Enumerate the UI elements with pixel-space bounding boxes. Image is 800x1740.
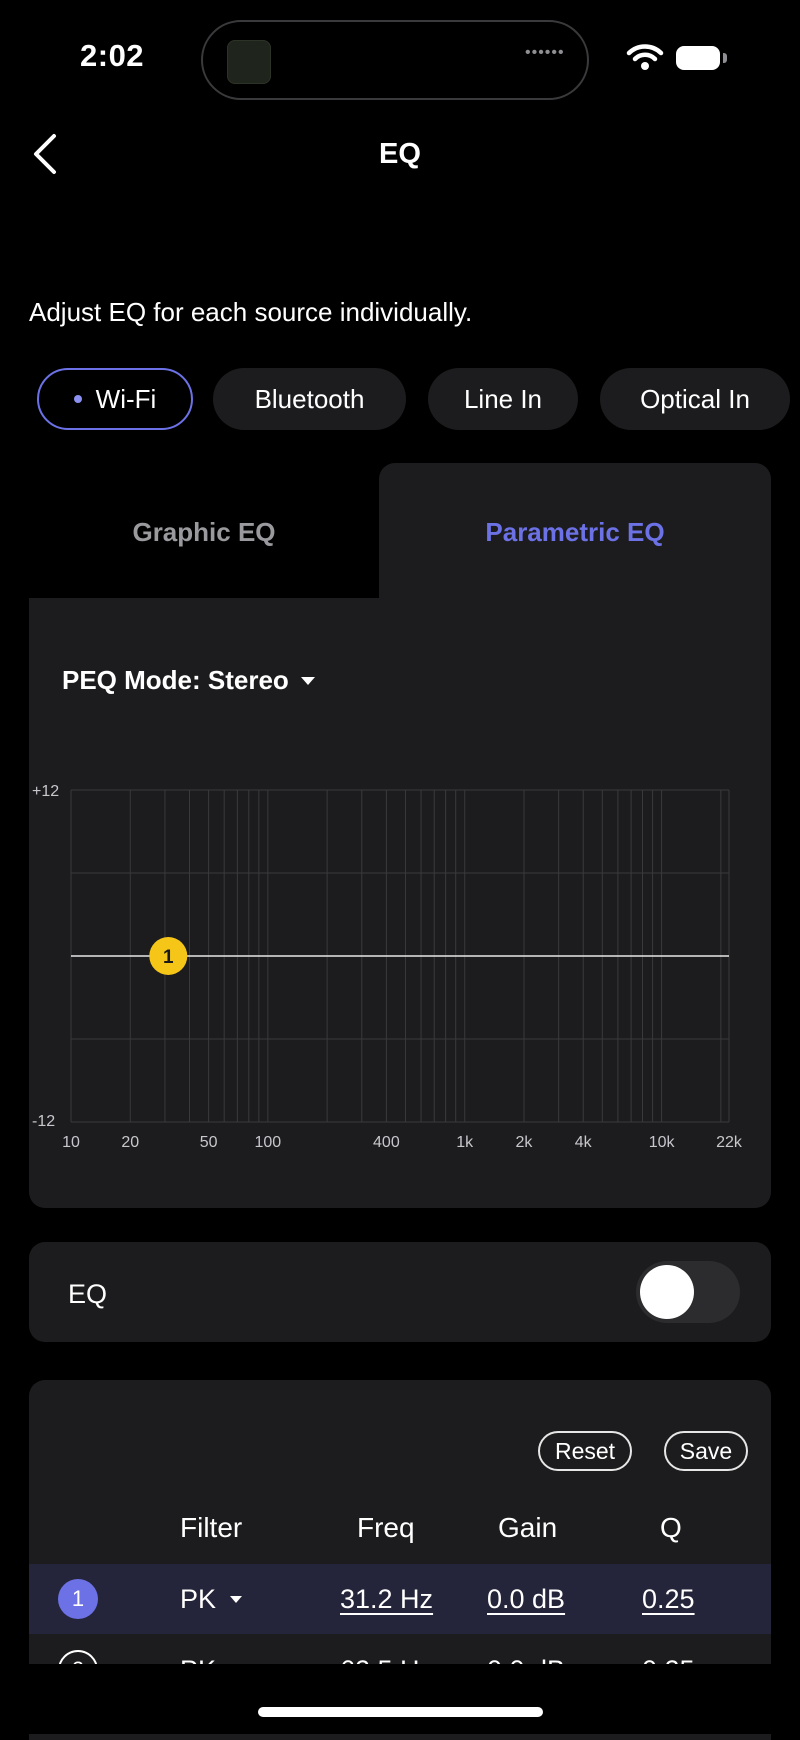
y-axis-max-label: +12 bbox=[32, 783, 59, 800]
x-tick-label: 10k bbox=[649, 1134, 676, 1150]
selected-dot-icon bbox=[73, 395, 82, 403]
x-tick-label: 2k bbox=[516, 1134, 534, 1150]
band-gain-value[interactable]: 0.0 dB bbox=[487, 1584, 565, 1615]
y-axis-min-label: -12 bbox=[32, 1113, 55, 1130]
tab-graphic-eq[interactable]: Graphic EQ bbox=[29, 517, 379, 548]
band-number-badge[interactable]: 1 bbox=[58, 1579, 98, 1619]
x-tick-label: 100 bbox=[255, 1134, 282, 1150]
caret-down-icon bbox=[300, 676, 315, 685]
page-description: Adjust EQ for each source individually. bbox=[29, 297, 473, 327]
peq-mode-dropdown[interactable]: PEQ Mode: Stereo bbox=[62, 665, 315, 696]
wifi-icon bbox=[626, 44, 664, 70]
x-tick-label: 1k bbox=[456, 1134, 474, 1150]
toggle-knob bbox=[640, 1265, 694, 1319]
x-tick-label: 4k bbox=[575, 1134, 593, 1150]
battery-icon bbox=[676, 46, 720, 70]
status-time: 2:02 bbox=[80, 38, 145, 73]
x-axis-ticks: 10 20 50 100 400 1k 2k 4k 10k 22k bbox=[62, 1134, 743, 1150]
dynamic-island: •••••• bbox=[201, 20, 589, 100]
page-title: EQ bbox=[379, 138, 421, 170]
x-tick-label: 50 bbox=[200, 1134, 218, 1150]
battery-tip bbox=[723, 53, 727, 63]
eq-response-graph[interactable]: +12 -12 10 20 50 100 400 1k 2k 4k 10k 22k 1 bbox=[29, 770, 749, 1150]
column-header-gain: Gain bbox=[498, 1512, 558, 1543]
column-header-q: Q bbox=[660, 1512, 682, 1543]
x-tick-label: 400 bbox=[373, 1134, 400, 1150]
column-header-freq: Freq bbox=[357, 1512, 415, 1543]
tab-parametric-eq[interactable]: Parametric EQ bbox=[379, 517, 771, 548]
source-chip-label: Bluetooth bbox=[254, 383, 365, 414]
eq-enable-label: EQ bbox=[68, 1279, 108, 1309]
source-chip-line-in[interactable]: Line In bbox=[428, 368, 578, 430]
x-tick-label: 22k bbox=[716, 1134, 743, 1150]
home-indicator[interactable] bbox=[258, 1707, 543, 1717]
source-chip-label: Line In bbox=[463, 383, 543, 414]
source-chip-label: Optical In bbox=[640, 383, 750, 414]
peq-mode-label: PEQ Mode: Stereo bbox=[62, 665, 289, 695]
filter-type-dropdown[interactable]: PK bbox=[180, 1584, 243, 1615]
x-tick-label: 20 bbox=[121, 1134, 139, 1150]
band-freq-value[interactable]: 31.2 Hz bbox=[340, 1584, 433, 1615]
eq-band-point-label: 1 bbox=[163, 947, 174, 968]
x-tick-label: 10 bbox=[62, 1134, 80, 1150]
source-chip-bluetooth[interactable]: Bluetooth bbox=[213, 368, 406, 430]
band-q-value[interactable]: 0.25 bbox=[642, 1584, 695, 1615]
now-playing-artwork-icon bbox=[227, 40, 271, 84]
filter-type-label: PK bbox=[180, 1584, 217, 1614]
island-activity-dots: •••••• bbox=[525, 44, 565, 61]
source-chip-wifi[interactable]: Wi-Fi bbox=[37, 368, 193, 430]
source-chip-label: Wi-Fi bbox=[95, 383, 157, 414]
source-chip-optical-in[interactable]: Optical In bbox=[600, 368, 790, 430]
caret-down-icon bbox=[230, 1596, 243, 1603]
reset-button[interactable]: Reset bbox=[538, 1431, 632, 1471]
eq-band-points[interactable]: 1 bbox=[149, 937, 188, 975]
scroll-clip bbox=[0, 1664, 800, 1734]
save-button[interactable]: Save bbox=[664, 1431, 748, 1471]
column-header-filter: Filter bbox=[180, 1512, 243, 1543]
